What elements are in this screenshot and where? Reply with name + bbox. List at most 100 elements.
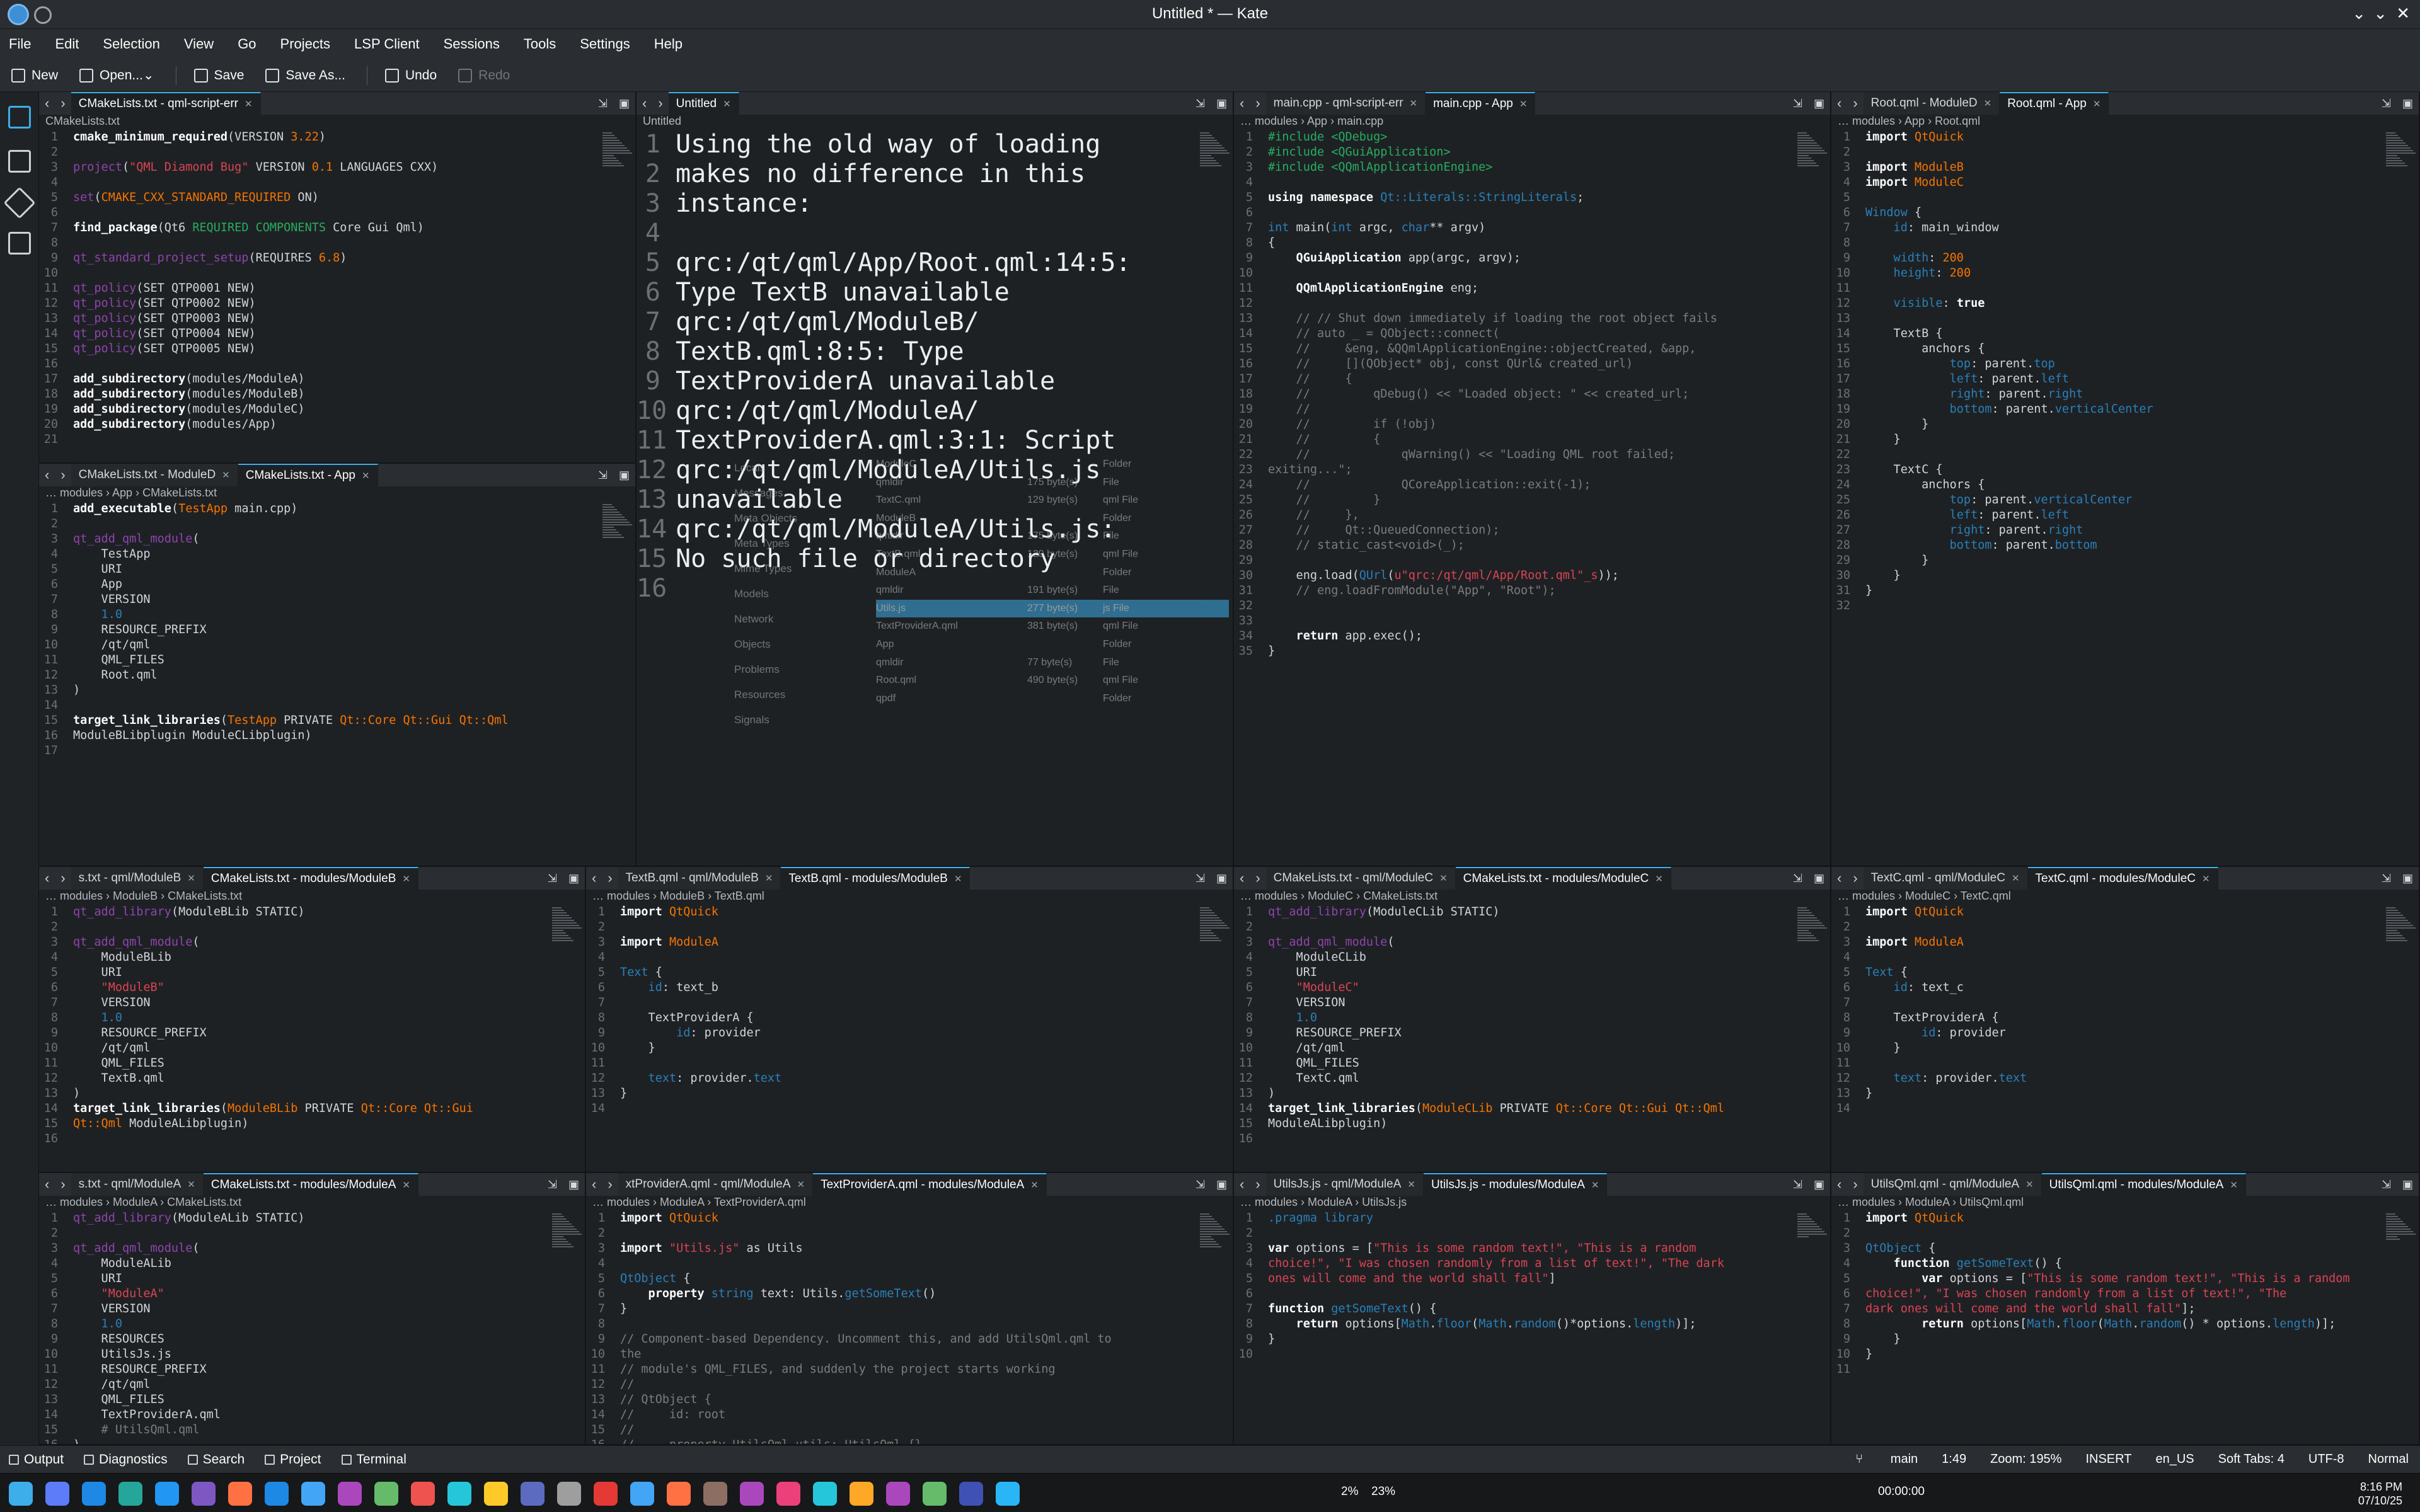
pane-menu-icon[interactable]: ▣ [2402, 97, 2413, 110]
editor-tab[interactable]: CMakeLists.txt - modules/ModuleA ✕ [203, 1173, 418, 1196]
split-view-icon[interactable]: ⇲ [548, 1178, 557, 1191]
split-view-icon[interactable]: ⇲ [1196, 872, 1205, 885]
panel-tab-terminal[interactable]: Terminal [341, 1452, 406, 1467]
editor-tab[interactable]: Root.qml - ModuleD ✕ [1863, 92, 2000, 115]
editor-tab[interactable]: UtilsJs.js - qml/ModuleA ✕ [1265, 1173, 1424, 1196]
editor-tab[interactable]: s.txt - qml/ModuleA ✕ [71, 1173, 204, 1196]
close-tab-icon[interactable]: ✕ [2093, 98, 2101, 110]
code-editor[interactable]: 1 #include <QDebug> 2 #include <QGuiApplica… [1234, 130, 1795, 866]
close-tab-icon[interactable]: ✕ [1655, 873, 1663, 885]
minimap[interactable] [602, 503, 633, 559]
close-tab-icon[interactable]: ✕ [245, 98, 253, 110]
editor-tab[interactable]: Untitled ✕ [668, 92, 739, 115]
close-tab-icon[interactable]: ✕ [222, 469, 230, 481]
inspector-list-item[interactable]: Mime Types [734, 556, 848, 581]
app-icon[interactable] [594, 1482, 618, 1506]
forward-icon[interactable]: › [602, 870, 618, 886]
highlighting-mode[interactable]: Normal [2368, 1452, 2409, 1467]
back-icon[interactable]: ‹ [637, 95, 652, 112]
menu-item-go[interactable]: Go [238, 36, 256, 52]
pane-menu-icon[interactable]: ▣ [1216, 1178, 1227, 1191]
app-icon[interactable] [703, 1482, 727, 1506]
resource-tree-row[interactable]: TextProviderA.qml 381 byte(s) qml File [876, 617, 1229, 636]
minimap[interactable] [1797, 1212, 1828, 1269]
pane-menu-icon[interactable]: ▣ [2402, 872, 2413, 885]
breadcrumb[interactable]: … modules › ModuleA › UtilsQml.qml [1831, 1196, 2419, 1211]
back-icon[interactable]: ‹ [1831, 1176, 1847, 1193]
close-tab-icon[interactable]: ✕ [187, 873, 195, 884]
breadcrumb[interactable]: CMakeLists.txt [39, 115, 635, 130]
code-editor[interactable]: 1 .pragma library 2 3 var options = ["This … [1234, 1211, 1795, 1444]
menu-item-settings[interactable]: Settings [580, 36, 630, 52]
encoding[interactable]: UTF-8 [2308, 1452, 2344, 1467]
resource-tree-row[interactable]: TextB.qml 129 byte(s) qml File [876, 546, 1229, 564]
close-tab-icon[interactable]: ✕ [1984, 98, 1992, 109]
resource-tree-row[interactable]: qpdf Folder [876, 690, 1229, 708]
menu-item-view[interactable]: View [184, 36, 214, 52]
edge-icon[interactable] [265, 1482, 289, 1506]
app-icon[interactable] [630, 1482, 654, 1506]
editor-tab[interactable]: TextC.qml - modules/ModuleC ✕ [2027, 867, 2218, 890]
code-editor[interactable]: 1 import QtQuick 2 3 import ModuleA 4 5 Text … [586, 905, 1197, 1172]
forward-icon[interactable]: › [652, 95, 668, 112]
resource-tree-row[interactable]: ModuleA Folder [876, 564, 1229, 582]
close-tab-icon[interactable]: ✕ [2230, 1179, 2238, 1191]
app-icon[interactable] [484, 1482, 508, 1506]
cursor-position[interactable]: 1:49 [1942, 1452, 1966, 1467]
mail-icon[interactable] [301, 1482, 325, 1506]
editor-tab[interactable]: TextProviderA.qml - modules/ModuleA ✕ [813, 1173, 1047, 1196]
vscode-icon[interactable] [155, 1482, 179, 1506]
split-view-icon[interactable]: ⇲ [598, 97, 608, 110]
close-tab-icon[interactable]: ✕ [723, 98, 731, 110]
resource-tree-row[interactable]: qmldir 175 byte(s) File [876, 474, 1229, 492]
back-icon[interactable]: ‹ [39, 95, 55, 112]
editor-tab[interactable]: CMakeLists.txt - ModuleD ✕ [71, 464, 238, 486]
close-tab-icon[interactable]: ✕ [362, 470, 370, 481]
code-editor[interactable]: 1 import QtQuick 2 3 QtObject {4 function g… [1831, 1211, 2383, 1444]
minimap[interactable] [2386, 906, 2416, 963]
menu-item-tools[interactable]: Tools [524, 36, 556, 52]
pane-menu-icon[interactable]: ▣ [619, 469, 630, 482]
code-editor[interactable]: 1 qt_add_library(ModuleBLib STATIC) 2 3 qt_… [39, 905, 550, 1172]
editor-tab[interactable]: UtilsQml.qml - modules/ModuleA ✕ [2041, 1173, 2246, 1196]
code-editor[interactable]: 1 cmake_minimum_required(VERSION 3.22) 2 3… [39, 130, 600, 462]
file-manager-icon[interactable] [192, 1482, 216, 1506]
close-tab-icon[interactable]: ✕ [2012, 873, 2020, 884]
close-tab-icon[interactable]: ✕ [1410, 98, 1418, 109]
editor-tab[interactable]: CMakeLists.txt - modules/ModuleC ✕ [1455, 867, 1671, 890]
new-button[interactable]: New [11, 68, 58, 83]
breadcrumb[interactable]: … modules › ModuleA › CMakeLists.txt [39, 1196, 585, 1211]
close-tab-icon[interactable]: ✕ [2025, 1179, 2034, 1190]
close-tab-icon[interactable]: ✕ [1519, 98, 1528, 110]
panel-tab-diagnostics[interactable]: Diagnostics [84, 1452, 168, 1467]
app-icon[interactable] [776, 1482, 800, 1506]
app-icon[interactable] [740, 1482, 764, 1506]
editor-tab[interactable]: CMakeLists.txt - qml/ModuleC ✕ [1265, 867, 1456, 890]
inspector-list-item[interactable]: Locals [734, 455, 848, 481]
editor-tab[interactable]: TextC.qml - qml/ModuleC ✕ [1863, 867, 2028, 890]
save-as-button[interactable]: Save As... [265, 68, 345, 83]
app-icon[interactable] [45, 1482, 69, 1506]
close-tab-icon[interactable]: ✕ [765, 873, 773, 884]
inspector-list-item[interactable]: Resources [734, 682, 848, 707]
editor-tab[interactable]: UtilsJs.js - modules/ModuleA ✕ [1423, 1173, 1608, 1196]
editor-tab[interactable]: CMakeLists.txt - qml-script-err ✕ [71, 92, 261, 115]
minimap[interactable] [1200, 131, 1230, 188]
close-tab-icon[interactable]: ✕ [1439, 873, 1448, 884]
pane-menu-icon[interactable]: ▣ [1216, 872, 1227, 885]
editor-tab[interactable]: CMakeLists.txt - App ✕ [238, 464, 378, 486]
back-icon[interactable]: ‹ [1234, 1176, 1250, 1193]
resource-tree-row[interactable]: ModuleC Folder [876, 455, 1229, 474]
code-editor[interactable]: 1 qt_add_library(ModuleALib STATIC) 2 3 qt_… [39, 1211, 550, 1444]
forward-icon[interactable]: › [602, 1176, 618, 1193]
forward-icon[interactable]: › [55, 467, 71, 483]
close-tab-icon[interactable]: ✕ [2202, 873, 2210, 885]
gammaray-icon[interactable] [959, 1482, 983, 1506]
pane-menu-icon[interactable]: ▣ [1216, 97, 1227, 110]
inspector-list-item[interactable]: Objects [734, 632, 848, 657]
menu-item-projects[interactable]: Projects [280, 36, 330, 52]
back-icon[interactable]: ‹ [1831, 95, 1847, 112]
app-icon[interactable] [557, 1482, 581, 1506]
editor-tab[interactable]: Root.qml - App ✕ [2000, 92, 2109, 115]
menu-item-lsp-client[interactable]: LSP Client [354, 36, 420, 52]
